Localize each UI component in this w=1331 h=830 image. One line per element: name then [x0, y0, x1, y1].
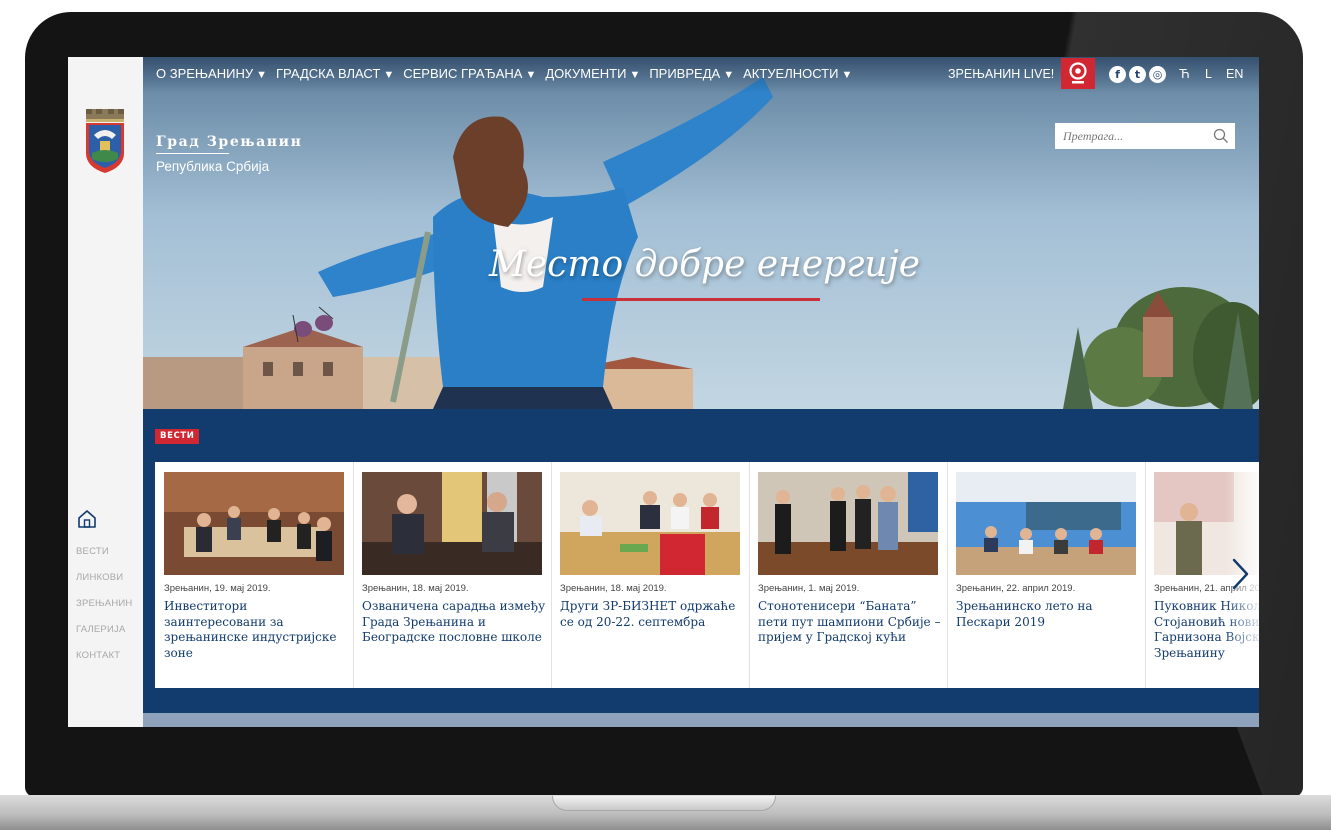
- laptop-notch: [552, 796, 776, 811]
- chevron-right-icon[interactable]: [1225, 554, 1255, 594]
- nav-gradska-vlast[interactable]: ГРАДСКА ВЛАСТ ▼: [276, 66, 394, 81]
- news-title[interactable]: Стонотенисери “Баната” пети пут шампиони…: [758, 599, 942, 646]
- news-title[interactable]: Инвеститори заинтересовани за зрењанинск…: [164, 599, 348, 661]
- news-carousel: Зрењанин, 19. мај 2019. Инвеститори заин…: [155, 462, 1259, 688]
- caret-down-icon: ▼: [383, 69, 395, 81]
- lang-english[interactable]: EN: [1226, 67, 1243, 81]
- nav-servis-gradjana[interactable]: СЕРВИС ГРАЂАНА ▼: [403, 66, 536, 81]
- coat-of-arms-logo[interactable]: [82, 107, 128, 175]
- news-card[interactable]: Зрењанин, 19. мај 2019. Инвеститори заин…: [155, 462, 354, 688]
- news-thumbnail: [758, 472, 938, 575]
- title-divider: [156, 153, 229, 154]
- nav-label: ГРАДСКА ВЛАСТ: [276, 66, 381, 81]
- site-subtitle: Република Србија: [156, 159, 270, 174]
- twitter-icon[interactable]: t: [1129, 66, 1146, 83]
- webcam-icon: [1069, 62, 1087, 84]
- news-thumbnail: [560, 472, 740, 575]
- news-card[interactable]: Зрењанин, 18. мај 2019. Други ЗР-БИЗНЕТ …: [551, 462, 750, 688]
- instagram-icon[interactable]: ◎: [1149, 66, 1166, 83]
- nav-dokumenti[interactable]: ДОКУМЕНТИ ▼: [545, 66, 640, 81]
- news-section: ВЕСТИ Зрењанин, 19. мај 2019. Инвеститор…: [143, 409, 1259, 727]
- news-date: Зрењанин, 18. мај 2019.: [560, 583, 667, 594]
- sidebar-nav: ВЕСТИ ЛИНКОВИ ЗРЕЊАНИН ГАЛЕРИЈА КОНТАКТ: [76, 546, 133, 676]
- news-date: Зрењанин, 22. април 2019.: [956, 583, 1076, 594]
- caret-down-icon: ▼: [723, 69, 735, 81]
- hero-slogan: Место добре енергије: [489, 244, 921, 285]
- nav-privreda[interactable]: ПРИВРЕДА ▼: [649, 66, 734, 81]
- caret-down-icon: ▼: [841, 69, 853, 81]
- live-camera-button[interactable]: [1061, 58, 1095, 89]
- nav-label: СЕРВИС ГРАЂАНА: [403, 66, 523, 81]
- news-title[interactable]: Зрењанинско лето на Пескари 2019: [956, 599, 1140, 630]
- sidebar-item-zrenjanin[interactable]: ЗРЕЊАНИН: [76, 598, 133, 624]
- nav-o-zrenjaninu[interactable]: О ЗРЕЊАНИНУ ▼: [156, 66, 267, 81]
- news-card[interactable]: Зрењанин, 22. април 2019. Зрењанинско ле…: [947, 462, 1146, 688]
- news-card[interactable]: Зрењанин, 18. мај 2019. Озваничена сарад…: [353, 462, 552, 688]
- sidebar-item-vesti[interactable]: ВЕСТИ: [76, 546, 133, 572]
- zrenjanin-live-link[interactable]: ЗРЕЊАНИН LIVE!: [948, 67, 1054, 81]
- hero-banner: О ЗРЕЊАНИНУ ▼ ГРАДСКА ВЛАСТ ▼ СЕРВИС ГРАЂА…: [143, 57, 1259, 409]
- news-title[interactable]: Други ЗР-БИЗНЕТ одржаће се од 20-22. сеп…: [560, 599, 744, 630]
- home-icon[interactable]: [76, 508, 98, 530]
- news-thumbnail: [164, 472, 344, 575]
- news-thumbnail: [362, 472, 542, 575]
- news-date: Зрењанин, 1. мај 2019.: [758, 583, 860, 594]
- nav-label: АКТУЕЛНОСТИ: [743, 66, 839, 81]
- news-section-label: ВЕСТИ: [155, 429, 200, 444]
- sidebar-item-linkovi[interactable]: ЛИНКОВИ: [76, 572, 133, 598]
- website-screen: ВЕСТИ ЛИНКОВИ ЗРЕЊАНИН ГАЛЕРИЈА КОНТАКТ: [68, 57, 1259, 727]
- left-sidebar: ВЕСТИ ЛИНКОВИ ЗРЕЊАНИН ГАЛЕРИЈА КОНТАКТ: [68, 57, 144, 727]
- nav-label: О ЗРЕЊАНИНУ: [156, 66, 254, 81]
- caret-down-icon: ▼: [629, 69, 641, 81]
- site-title[interactable]: Град Зрењанин: [156, 134, 302, 150]
- lang-latin[interactable]: L: [1205, 67, 1212, 81]
- news-thumbnail: [956, 472, 1136, 575]
- search-icon[interactable]: [1213, 128, 1229, 144]
- slogan-underline: [582, 298, 820, 301]
- news-date: Зрењанин, 19. мај 2019.: [164, 583, 271, 594]
- caret-down-icon: ▼: [525, 69, 537, 81]
- sidebar-item-galerija[interactable]: ГАЛЕРИЈА: [76, 624, 133, 650]
- search-input[interactable]: [1063, 127, 1203, 145]
- nav-label: ДОКУМЕНТИ: [545, 66, 627, 81]
- news-date: Зрењанин, 18. мај 2019.: [362, 583, 469, 594]
- news-card[interactable]: Зрењанин, 1. мај 2019. Стонотенисери “Ба…: [749, 462, 948, 688]
- sidebar-item-kontakt[interactable]: КОНТАКТ: [76, 650, 133, 676]
- caret-down-icon: ▼: [256, 69, 267, 81]
- nav-aktuelnosti[interactable]: АКТУЕЛНОСТИ ▼: [743, 66, 852, 81]
- news-title[interactable]: Озваничена сарадња између Града Зрењанин…: [362, 599, 546, 646]
- nav-label: ПРИВРЕДА: [649, 66, 721, 81]
- hero-photo: [143, 57, 1259, 409]
- news-bottom-strip: [143, 713, 1259, 727]
- main-nav: О ЗРЕЊАНИНУ ▼ ГРАДСКА ВЛАСТ ▼ СЕРВИС ГРАЂА…: [156, 66, 861, 81]
- search-box: [1055, 123, 1235, 149]
- facebook-icon[interactable]: f: [1109, 66, 1126, 83]
- lang-cyrillic[interactable]: Ћ: [1179, 67, 1190, 81]
